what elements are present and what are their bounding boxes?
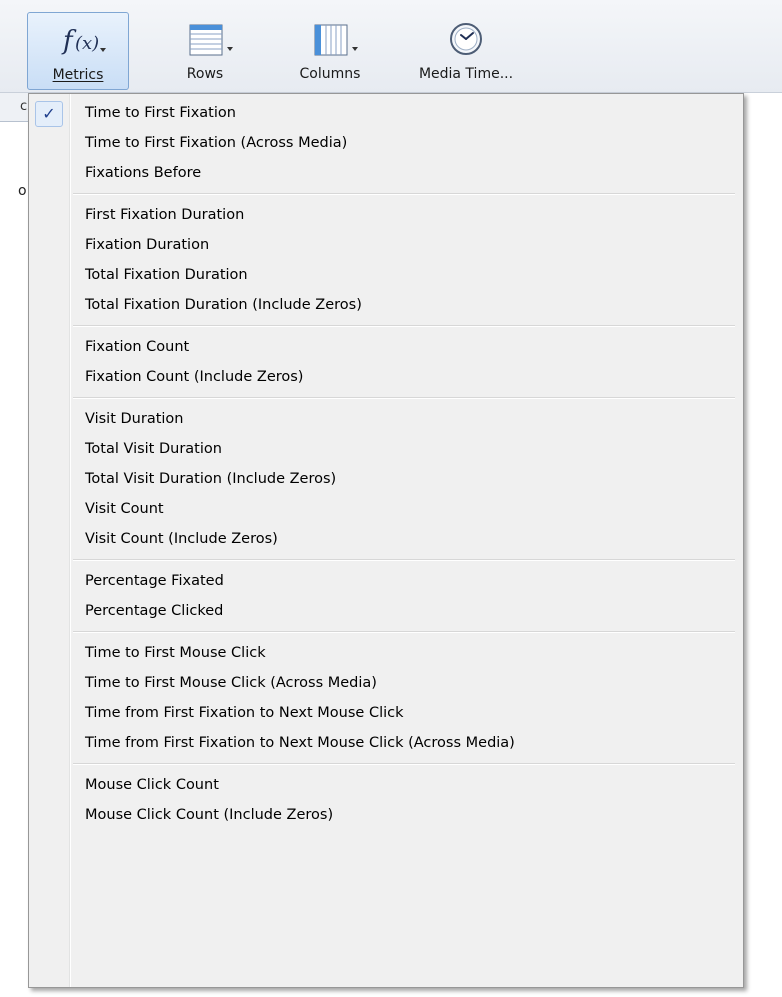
menu-item-label: Total Visit Duration — [85, 441, 222, 457]
menu-item-label: Visit Count — [85, 501, 164, 517]
menu-item-percentage-clicked[interactable]: Percentage Clicked — [29, 596, 743, 626]
metrics-dropdown-menu: ✓ Time to First Fixation Time to First Fix… — [28, 93, 744, 988]
menu-item-time-from-first-fixation-to-next-mouse-click-across-media[interactable]: Time from First Fixation to Next Mouse C… — [29, 728, 743, 758]
menu-item-mouse-click-count[interactable]: Mouse Click Count — [29, 770, 743, 800]
menu-separator — [29, 320, 743, 332]
menu-item-label: First Fixation Duration — [85, 207, 245, 223]
function-fx-icon: f (x) — [43, 15, 113, 61]
menu-item-first-fixation-duration[interactable]: First Fixation Duration — [29, 200, 743, 230]
checkmark-icon: ✓ — [35, 101, 63, 127]
menu-item-label: Mouse Click Count — [85, 777, 219, 793]
menu-item-mouse-click-count-include-zeros[interactable]: Mouse Click Count (Include Zeros) — [29, 800, 743, 830]
menu-separator — [29, 188, 743, 200]
menu-item-label: Visit Duration — [85, 411, 184, 427]
menu-item-label: Time to First Mouse Click — [85, 645, 266, 661]
clock-icon — [431, 14, 501, 60]
menu-item-label: Fixation Duration — [85, 237, 210, 253]
metrics-label: Metrics — [52, 67, 104, 83]
metrics-button[interactable]: f (x) Metrics — [27, 12, 129, 90]
columns-button[interactable]: Columns — [280, 12, 380, 90]
menu-item-list: ✓ Time to First Fixation Time to First Fix… — [29, 98, 743, 830]
menu-item-time-to-first-fixation[interactable]: ✓ Time to First Fixation — [29, 98, 743, 128]
menu-separator — [29, 392, 743, 404]
columns-label: Columns — [299, 66, 361, 82]
menu-item-label: Time from First Fixation to Next Mouse C… — [85, 735, 515, 751]
menu-item-percentage-fixated[interactable]: Percentage Fixated — [29, 566, 743, 596]
menu-item-label: Visit Count (Include Zeros) — [85, 531, 278, 547]
menu-item-fixation-count[interactable]: Fixation Count — [29, 332, 743, 362]
svg-text:(x): (x) — [75, 33, 99, 54]
menu-item-total-fixation-duration[interactable]: Total Fixation Duration — [29, 260, 743, 290]
menu-item-fixation-count-include-zeros[interactable]: Fixation Count (Include Zeros) — [29, 362, 743, 392]
table-columns-icon — [295, 14, 365, 60]
menu-separator — [29, 626, 743, 638]
rows-button[interactable]: Rows — [160, 12, 250, 90]
menu-item-total-visit-duration[interactable]: Total Visit Duration — [29, 434, 743, 464]
menu-item-total-fixation-duration-include-zeros[interactable]: Total Fixation Duration (Include Zeros) — [29, 290, 743, 320]
menu-item-time-to-first-mouse-click[interactable]: Time to First Mouse Click — [29, 638, 743, 668]
table-rows-icon — [170, 14, 240, 60]
media-time-label: Media Time... — [418, 66, 514, 82]
menu-item-label: Time to First Fixation (Across Media) — [85, 135, 348, 151]
menu-separator — [29, 758, 743, 770]
menu-item-label: Mouse Click Count (Include Zeros) — [85, 807, 334, 823]
menu-item-visit-count-include-zeros[interactable]: Visit Count (Include Zeros) — [29, 524, 743, 554]
tab-fragment-text: c — [20, 99, 28, 114]
menu-item-label: Fixations Before — [85, 165, 202, 181]
menu-item-fixation-duration[interactable]: Fixation Duration — [29, 230, 743, 260]
rows-label: Rows — [186, 66, 224, 82]
menu-item-label: Total Visit Duration (Include Zeros) — [85, 471, 337, 487]
menu-item-time-to-first-mouse-click-across-media[interactable]: Time to First Mouse Click (Across Media) — [29, 668, 743, 698]
menu-item-time-from-first-fixation-to-next-mouse-click[interactable]: Time from First Fixation to Next Mouse C… — [29, 698, 743, 728]
menu-item-label: Time to First Mouse Click (Across Media) — [85, 675, 377, 691]
media-time-button[interactable]: Media Time... — [402, 12, 530, 90]
menu-item-label: Time to First Fixation — [85, 105, 236, 121]
menu-item-label: Total Fixation Duration — [85, 267, 248, 283]
menu-item-label: Time from First Fixation to Next Mouse C… — [85, 705, 404, 721]
menu-item-label: Fixation Count — [85, 339, 190, 355]
background-text-fragment: o — [18, 183, 27, 199]
menu-item-fixations-before[interactable]: Fixations Before — [29, 158, 743, 188]
menu-item-label: Fixation Count (Include Zeros) — [85, 369, 304, 385]
menu-item-label: Total Fixation Duration (Include Zeros) — [85, 297, 362, 313]
menu-separator — [29, 554, 743, 566]
toolbar: f (x) Metrics Rows Columns Media Time... — [0, 0, 782, 93]
menu-item-time-to-first-fixation-across-media[interactable]: Time to First Fixation (Across Media) — [29, 128, 743, 158]
menu-item-label: Percentage Fixated — [85, 573, 224, 589]
menu-item-total-visit-duration-include-zeros[interactable]: Total Visit Duration (Include Zeros) — [29, 464, 743, 494]
menu-item-visit-duration[interactable]: Visit Duration — [29, 404, 743, 434]
menu-item-label: Percentage Clicked — [85, 603, 224, 619]
menu-item-visit-count[interactable]: Visit Count — [29, 494, 743, 524]
